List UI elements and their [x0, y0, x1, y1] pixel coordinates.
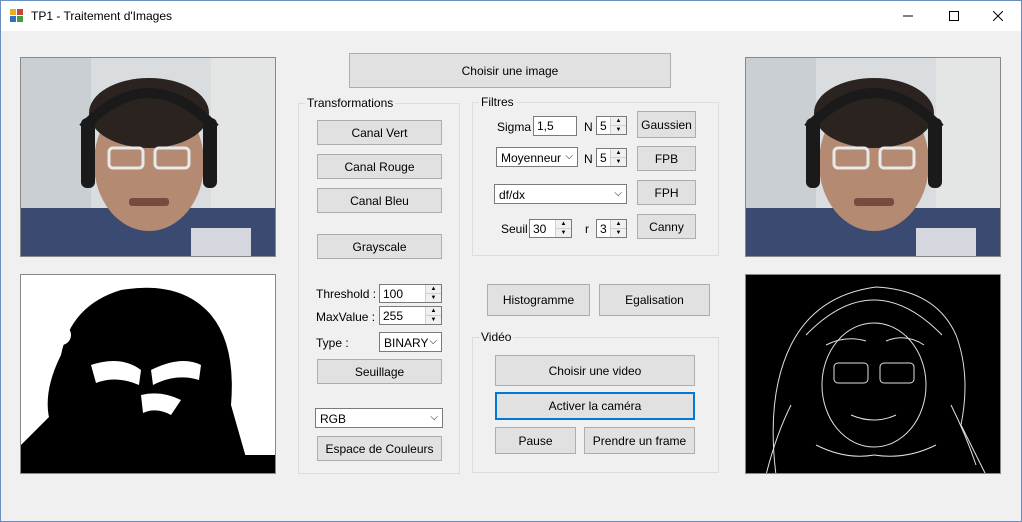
colorspace-value: RGB — [320, 412, 347, 426]
chevron-down-icon: ⌵ — [565, 151, 573, 162]
threshold-type-value: BINARY — [384, 336, 429, 350]
spin-down-icon[interactable]: ▼ — [426, 315, 441, 324]
spin-up-icon[interactable]: ▲ — [556, 220, 571, 229]
canal-bleu-button[interactable]: Canal Bleu — [317, 188, 442, 213]
maxvalue-spinner[interactable]: 255 ▲ ▼ — [379, 306, 442, 325]
activate-camera-button[interactable]: Activer la caméra — [495, 392, 695, 420]
spin-down-icon[interactable]: ▼ — [611, 125, 626, 134]
n-spinner-2[interactable]: 5 ▲ ▼ — [596, 148, 627, 167]
fph-button[interactable]: FPH — [637, 180, 696, 205]
r-label: r — [585, 222, 589, 236]
fpb-button[interactable]: FPB — [637, 146, 696, 171]
filtres-title: Filtres — [479, 95, 516, 109]
spin-down-icon[interactable]: ▼ — [611, 157, 626, 166]
n-label-1: N — [584, 120, 593, 134]
spin-down-icon[interactable]: ▼ — [556, 228, 571, 237]
take-frame-button[interactable]: Prendre un frame — [584, 427, 695, 454]
chevron-down-icon: ⌵ — [614, 188, 622, 199]
original-image-top-left — [20, 57, 276, 257]
app-icon — [10, 9, 24, 23]
spin-up-icon[interactable]: ▲ — [426, 307, 441, 316]
spin-up-icon[interactable]: ▲ — [611, 117, 626, 126]
chevron-down-icon: ⌵ — [429, 336, 437, 347]
n-label-2: N — [584, 152, 593, 166]
edge-image-bottom-right — [745, 274, 1001, 474]
egalisation-button[interactable]: Egalisation — [599, 284, 710, 316]
spin-up-icon[interactable]: ▲ — [611, 149, 626, 158]
minimize-button[interactable] — [885, 1, 931, 31]
n-spinner-1[interactable]: 5 ▲ ▼ — [596, 116, 627, 135]
spin-down-icon[interactable]: ▼ — [611, 228, 626, 237]
filter-type-select[interactable]: Moyenneur ⌵ — [496, 147, 578, 167]
colorspace-select[interactable]: RGB ⌵ — [315, 408, 443, 428]
threshold-value: 100 — [383, 287, 404, 301]
pause-button[interactable]: Pause — [495, 427, 576, 454]
r-value: 3 — [600, 222, 607, 236]
close-button[interactable] — [975, 1, 1021, 31]
window-title: TP1 - Traitement d'Images — [31, 9, 173, 23]
spin-down-icon[interactable]: ▼ — [426, 293, 441, 302]
spin-up-icon[interactable]: ▲ — [426, 285, 441, 294]
r-spinner[interactable]: 3 ▲ ▼ — [596, 219, 627, 238]
n-value-1: 5 — [600, 119, 607, 133]
threshold-spinner[interactable]: 100 ▲ ▼ — [379, 284, 442, 303]
maxvalue-label: MaxValue : — [316, 310, 376, 324]
histogramme-button[interactable]: Histogramme — [487, 284, 590, 316]
maxvalue-value: 255 — [383, 309, 404, 323]
grayscale-button[interactable]: Grayscale — [317, 234, 442, 259]
threshold-label: Threshold : — [316, 287, 377, 301]
chevron-down-icon: ⌵ — [430, 412, 438, 423]
main-window: TP1 - Traitement d'Images Choisir une im… — [0, 0, 1022, 522]
sigma-label: Sigma — [497, 120, 532, 134]
transformations-title: Transformations — [305, 96, 396, 110]
derivative-value: df/dx — [499, 188, 526, 202]
seuillage-button[interactable]: Seuillage — [317, 359, 442, 384]
maximize-button[interactable] — [931, 1, 977, 31]
seuil-spinner[interactable]: 30 ▲ ▼ — [529, 219, 572, 238]
gaussien-button[interactable]: Gaussien — [637, 111, 696, 138]
n-value-2: 5 — [600, 151, 607, 165]
title-bar: TP1 - Traitement d'Images — [1, 1, 1021, 31]
seuil-label: Seuil — [501, 222, 528, 236]
canny-button[interactable]: Canny — [637, 214, 696, 239]
espace-couleurs-button[interactable]: Espace de Couleurs — [317, 436, 442, 461]
sigma-input[interactable]: 1,5 — [533, 116, 577, 136]
choose-video-button[interactable]: Choisir une video — [495, 355, 695, 386]
canal-vert-button[interactable]: Canal Vert — [317, 120, 442, 145]
result-image-top-right — [745, 57, 1001, 257]
canal-rouge-button[interactable]: Canal Rouge — [317, 154, 442, 179]
derivative-select[interactable]: df/dx ⌵ — [494, 184, 627, 204]
spin-up-icon[interactable]: ▲ — [611, 220, 626, 229]
type-label: Type : — [316, 336, 349, 350]
threshold-type-select[interactable]: BINARY ⌵ — [379, 332, 442, 352]
seuil-value: 30 — [533, 222, 547, 236]
filter-type-value: Moyenneur — [501, 151, 562, 165]
video-title: Vidéo — [479, 330, 514, 344]
threshold-image-bottom-left — [20, 274, 276, 474]
choose-image-button[interactable]: Choisir une image — [349, 53, 671, 88]
